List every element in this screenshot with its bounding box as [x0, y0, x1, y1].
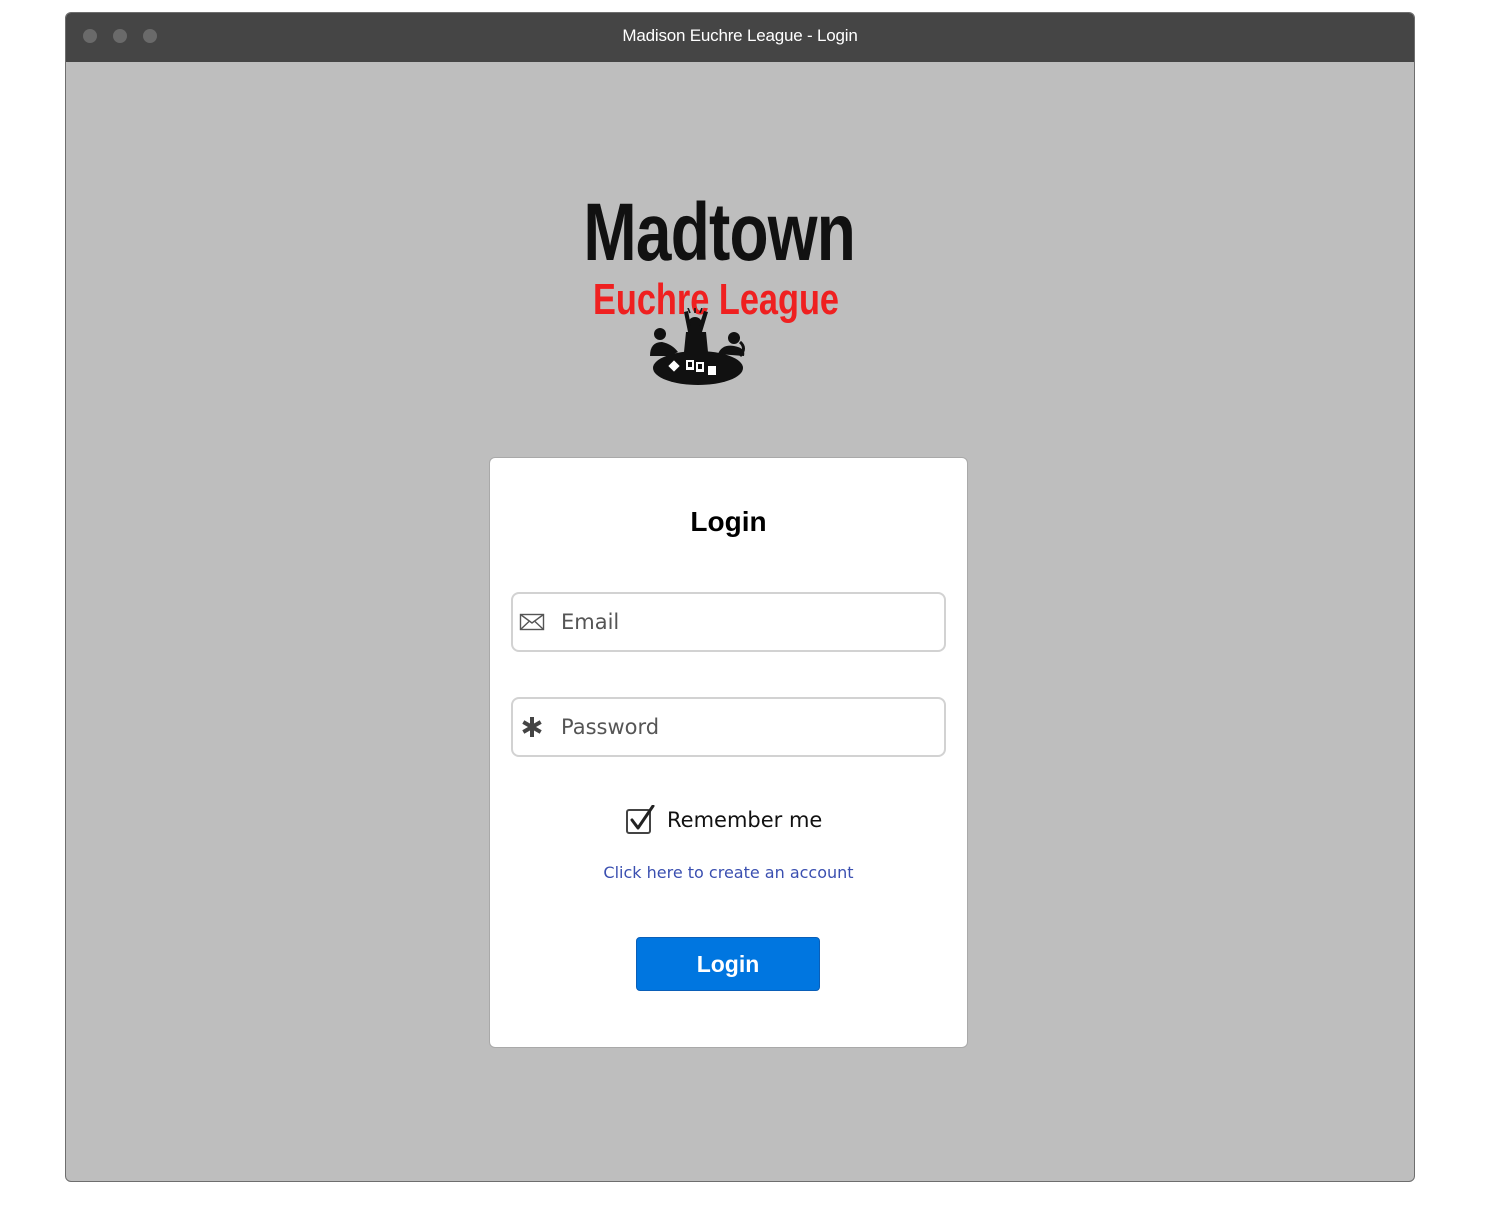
- app-window: Madison Euchre League - Login Madtown Eu…: [65, 12, 1415, 1182]
- password-field[interactable]: [511, 697, 946, 757]
- logo-title: Madtown: [583, 187, 856, 278]
- envelope-icon: [519, 613, 545, 631]
- remember-me-checkbox[interactable]: [625, 805, 655, 835]
- title-bar: Madison Euchre League - Login: [66, 13, 1414, 62]
- email-input[interactable]: [561, 602, 931, 642]
- login-heading: Login: [690, 506, 767, 537]
- league-logo: Madtown Euchre League: [546, 188, 886, 403]
- login-button[interactable]: Login: [636, 937, 820, 991]
- card-players-icon: [650, 308, 745, 385]
- email-field[interactable]: [511, 592, 946, 652]
- asterisk-icon: [522, 717, 542, 737]
- password-input[interactable]: [561, 707, 931, 747]
- remember-me-label: Remember me: [667, 808, 823, 832]
- window-title: Madison Euchre League - Login: [622, 26, 858, 45]
- create-account-link[interactable]: Click here to create an account: [490, 863, 967, 882]
- remember-me-row: Remember me: [625, 804, 822, 836]
- login-card: Login Remember: [489, 457, 968, 1048]
